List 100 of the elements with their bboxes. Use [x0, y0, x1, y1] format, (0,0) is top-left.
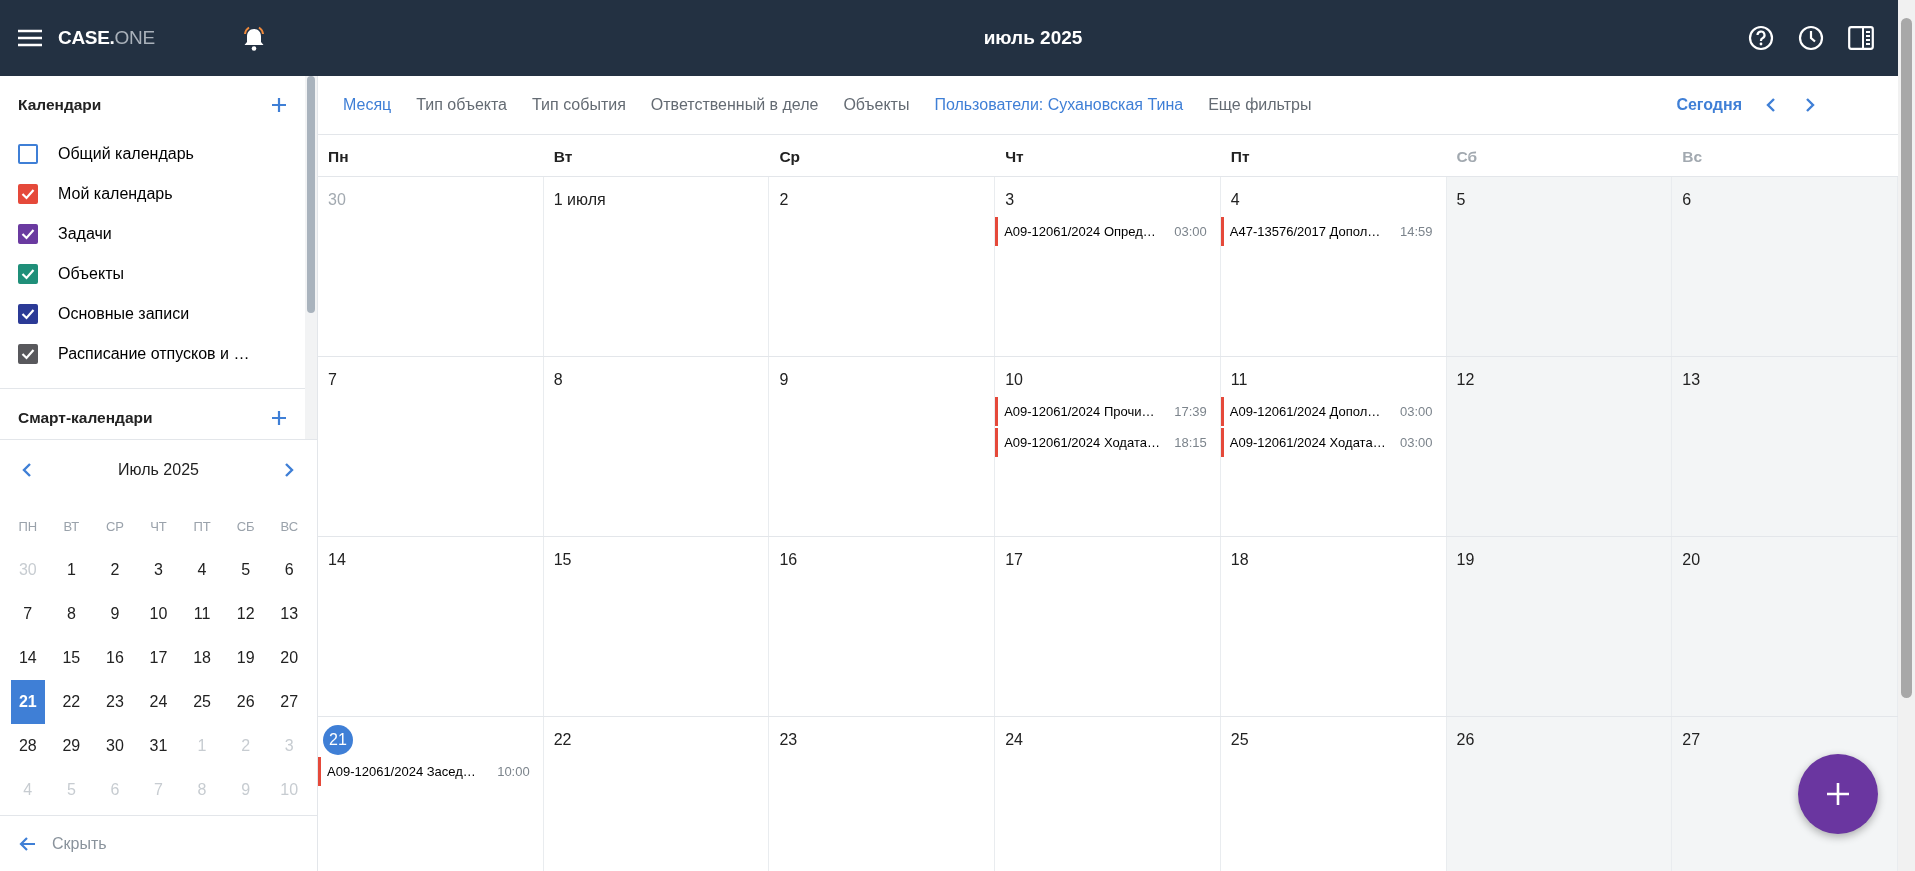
weekday-header: Вс	[1681, 147, 1704, 167]
day-number: 4	[1229, 190, 1241, 210]
calendar-label: Объекты	[58, 264, 124, 284]
day-number: 20	[1681, 550, 1702, 570]
history-button[interactable]	[1798, 25, 1824, 51]
event-item[interactable]: A09-12061/2024 Ходата… 03:00	[1220, 428, 1443, 457]
filter-link[interactable]: Тип объекта	[409, 93, 519, 117]
mini-calendar-day[interactable]: 4	[185, 548, 219, 592]
event-title: A09-12061/2024 Опред…	[1004, 222, 1156, 241]
mini-calendar-day[interactable]: 27	[272, 680, 306, 724]
mini-calendar-day[interactable]: 1	[54, 548, 89, 592]
calendar-label: Основные записи	[58, 304, 190, 324]
day-number: 2	[778, 190, 790, 210]
calendar-item[interactable]: Задачи	[0, 214, 305, 254]
mini-calendar-day[interactable]: 9	[98, 592, 132, 636]
checkbox[interactable]	[18, 224, 38, 244]
event-title: A09-12061/2024 Прочи…	[1004, 402, 1155, 421]
filter-link[interactable]: Ответственный в деле	[643, 93, 831, 117]
calendar-item[interactable]: Расписание отпусков и …	[0, 334, 305, 374]
mini-calendar-day[interactable]: 5	[228, 548, 263, 592]
mini-calendar-day[interactable]: 29	[54, 724, 89, 768]
mini-calendar-day[interactable]: 22	[54, 680, 89, 724]
checkbox[interactable]	[18, 304, 38, 324]
event-item[interactable]: A09-12061/2024 Опред… 03:00	[995, 217, 1217, 246]
mini-calendar-day[interactable]: 11	[185, 592, 219, 636]
mini-calendar-day[interactable]: 2	[98, 548, 132, 592]
mini-calendar-day[interactable]: 17	[141, 636, 176, 680]
page-scrollbar[interactable]	[1898, 0, 1915, 871]
day-number: 27	[1681, 730, 1702, 750]
mini-calendar-day[interactable]: 15	[54, 636, 89, 680]
weekday-header: Чт	[1004, 147, 1025, 167]
day-number: 10	[1004, 370, 1024, 390]
weekday-label: СБ	[235, 518, 256, 536]
mini-calendar-day[interactable]: 16	[98, 636, 132, 680]
event-time: 03:00	[1174, 222, 1207, 241]
mini-calendar-day[interactable]: 23	[98, 680, 132, 724]
mini-calendar-day[interactable]: 26	[228, 680, 263, 724]
day-number: 26	[1455, 730, 1476, 750]
weekday-header: Пт	[1229, 147, 1251, 167]
add-smart-calendar-button[interactable]	[271, 410, 287, 426]
mini-calendar-day[interactable]: 12	[228, 592, 263, 636]
event-item[interactable]: A09-12061/2024 Прочи… 17:39	[995, 397, 1217, 426]
today-button[interactable]: Сегодня	[1676, 93, 1742, 117]
mini-calendar-day[interactable]: 25	[185, 680, 219, 724]
mini-calendar-day[interactable]: 10	[141, 592, 176, 636]
mini-calendar-day[interactable]: 20	[272, 636, 306, 680]
add-calendar-button[interactable]	[271, 97, 287, 113]
calendar-item[interactable]: Объекты	[0, 254, 305, 294]
mini-calendar-day[interactable]: 21	[11, 680, 45, 724]
mini-calendar-day[interactable]: 19	[228, 636, 263, 680]
event-item[interactable]: A09-12061/2024 Ходата… 18:15	[995, 428, 1217, 457]
mini-calendar-day[interactable]: 31	[141, 724, 176, 768]
mini-calendar-day[interactable]: 18	[185, 636, 219, 680]
day-number: 1 июля	[552, 190, 607, 210]
day-number: 19	[1455, 550, 1476, 570]
event-item[interactable]: A09-12061/2024 Засед… 10:00	[318, 757, 540, 786]
mini-calendar-day[interactable]: 30	[98, 724, 132, 768]
mini-calendar-day[interactable]: 8	[54, 592, 89, 636]
weekday-label: ПН	[17, 518, 39, 536]
checkbox[interactable]	[18, 264, 38, 284]
mini-calendar-day[interactable]: 14	[11, 636, 45, 680]
filter-link[interactable]: Еще фильтры	[1201, 93, 1324, 117]
calendar-item[interactable]: Мой календарь	[0, 174, 305, 214]
weekday-header: Сб	[1455, 147, 1479, 167]
filter-link[interactable]: Месяц	[336, 93, 404, 117]
event-title: A47-13576/2017 Допол…	[1229, 222, 1381, 241]
filter-link[interactable]: Тип события	[525, 93, 638, 117]
event-time: 18:15	[1174, 433, 1207, 452]
help-icon	[1748, 25, 1774, 51]
weekday-label: СР	[104, 518, 125, 536]
day-number: 22	[552, 730, 573, 750]
event-title: A09-12061/2024 Ходата…	[1229, 433, 1386, 452]
calendar-label: Общий календарь	[58, 144, 194, 164]
filter-link[interactable]: Объекты	[836, 93, 922, 117]
event-title: A09-12061/2024 Допол…	[1229, 402, 1381, 421]
day-number: 8	[552, 370, 564, 390]
day-number: 5	[1455, 190, 1467, 210]
help-button[interactable]	[1748, 25, 1774, 51]
menu-button[interactable]	[18, 29, 42, 47]
mini-calendar-day[interactable]: 3	[141, 548, 176, 592]
mini-calendar-day[interactable]: 7	[11, 592, 45, 636]
mini-calendar-day[interactable]: 28	[11, 724, 45, 768]
event-time: 17:39	[1174, 402, 1207, 421]
checkbox[interactable]	[18, 184, 38, 204]
filter-link[interactable]: Пользователи: Сухановская Тина	[927, 93, 1196, 117]
mini-calendar-day[interactable]: 6	[272, 548, 306, 592]
section-title: Календари	[18, 95, 102, 116]
calendar-item[interactable]: Основные записи	[0, 294, 305, 334]
event-item[interactable]: A47-13576/2017 Допол… 14:59	[1220, 217, 1443, 246]
event-title: A09-12061/2024 Засед…	[327, 762, 476, 781]
mini-calendar-day[interactable]: 13	[272, 592, 306, 636]
checkbox[interactable]	[18, 144, 38, 164]
calendar-item[interactable]: Общий календарь	[0, 134, 305, 174]
event-time: 03:00	[1400, 433, 1433, 452]
sidebar-scrollbar[interactable]	[305, 76, 317, 439]
event-item[interactable]: A09-12061/2024 Допол… 03:00	[1220, 397, 1443, 426]
panel-toggle-button[interactable]	[1848, 26, 1874, 50]
weekday-header: Пн	[327, 147, 350, 167]
checkbox[interactable]	[18, 344, 38, 364]
mini-calendar-day[interactable]: 24	[141, 680, 176, 724]
